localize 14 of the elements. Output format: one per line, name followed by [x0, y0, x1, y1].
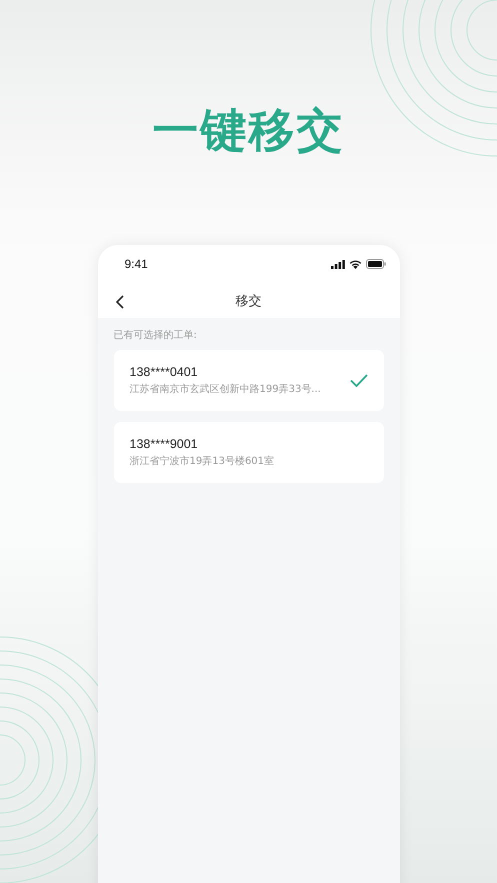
signal-icon: [330, 260, 344, 268]
screen-title: 移交: [236, 292, 262, 310]
phone-number: 138****0401: [130, 365, 198, 379]
section-label: 已有可选择的工单:: [112, 328, 198, 342]
address-text: 江苏省南京市玄武区创新中路199弄33号...: [130, 382, 321, 396]
status-time: 9:41: [124, 257, 148, 271]
back-icon: [116, 295, 124, 309]
wifi-icon: [348, 259, 362, 269]
phone-number: 138****9001: [130, 437, 198, 451]
battery-icon: [366, 259, 386, 269]
headline: 一键移交: [152, 102, 344, 158]
order-item[interactable]: 138****0401 江苏省南京市玄武区创新中路199弄33号...: [114, 350, 384, 411]
order-item[interactable]: 138****9001 浙江省宁波市19弄13号楼601室: [114, 422, 384, 483]
address-text: 浙江省宁波市19弄13号楼601室: [130, 454, 274, 468]
